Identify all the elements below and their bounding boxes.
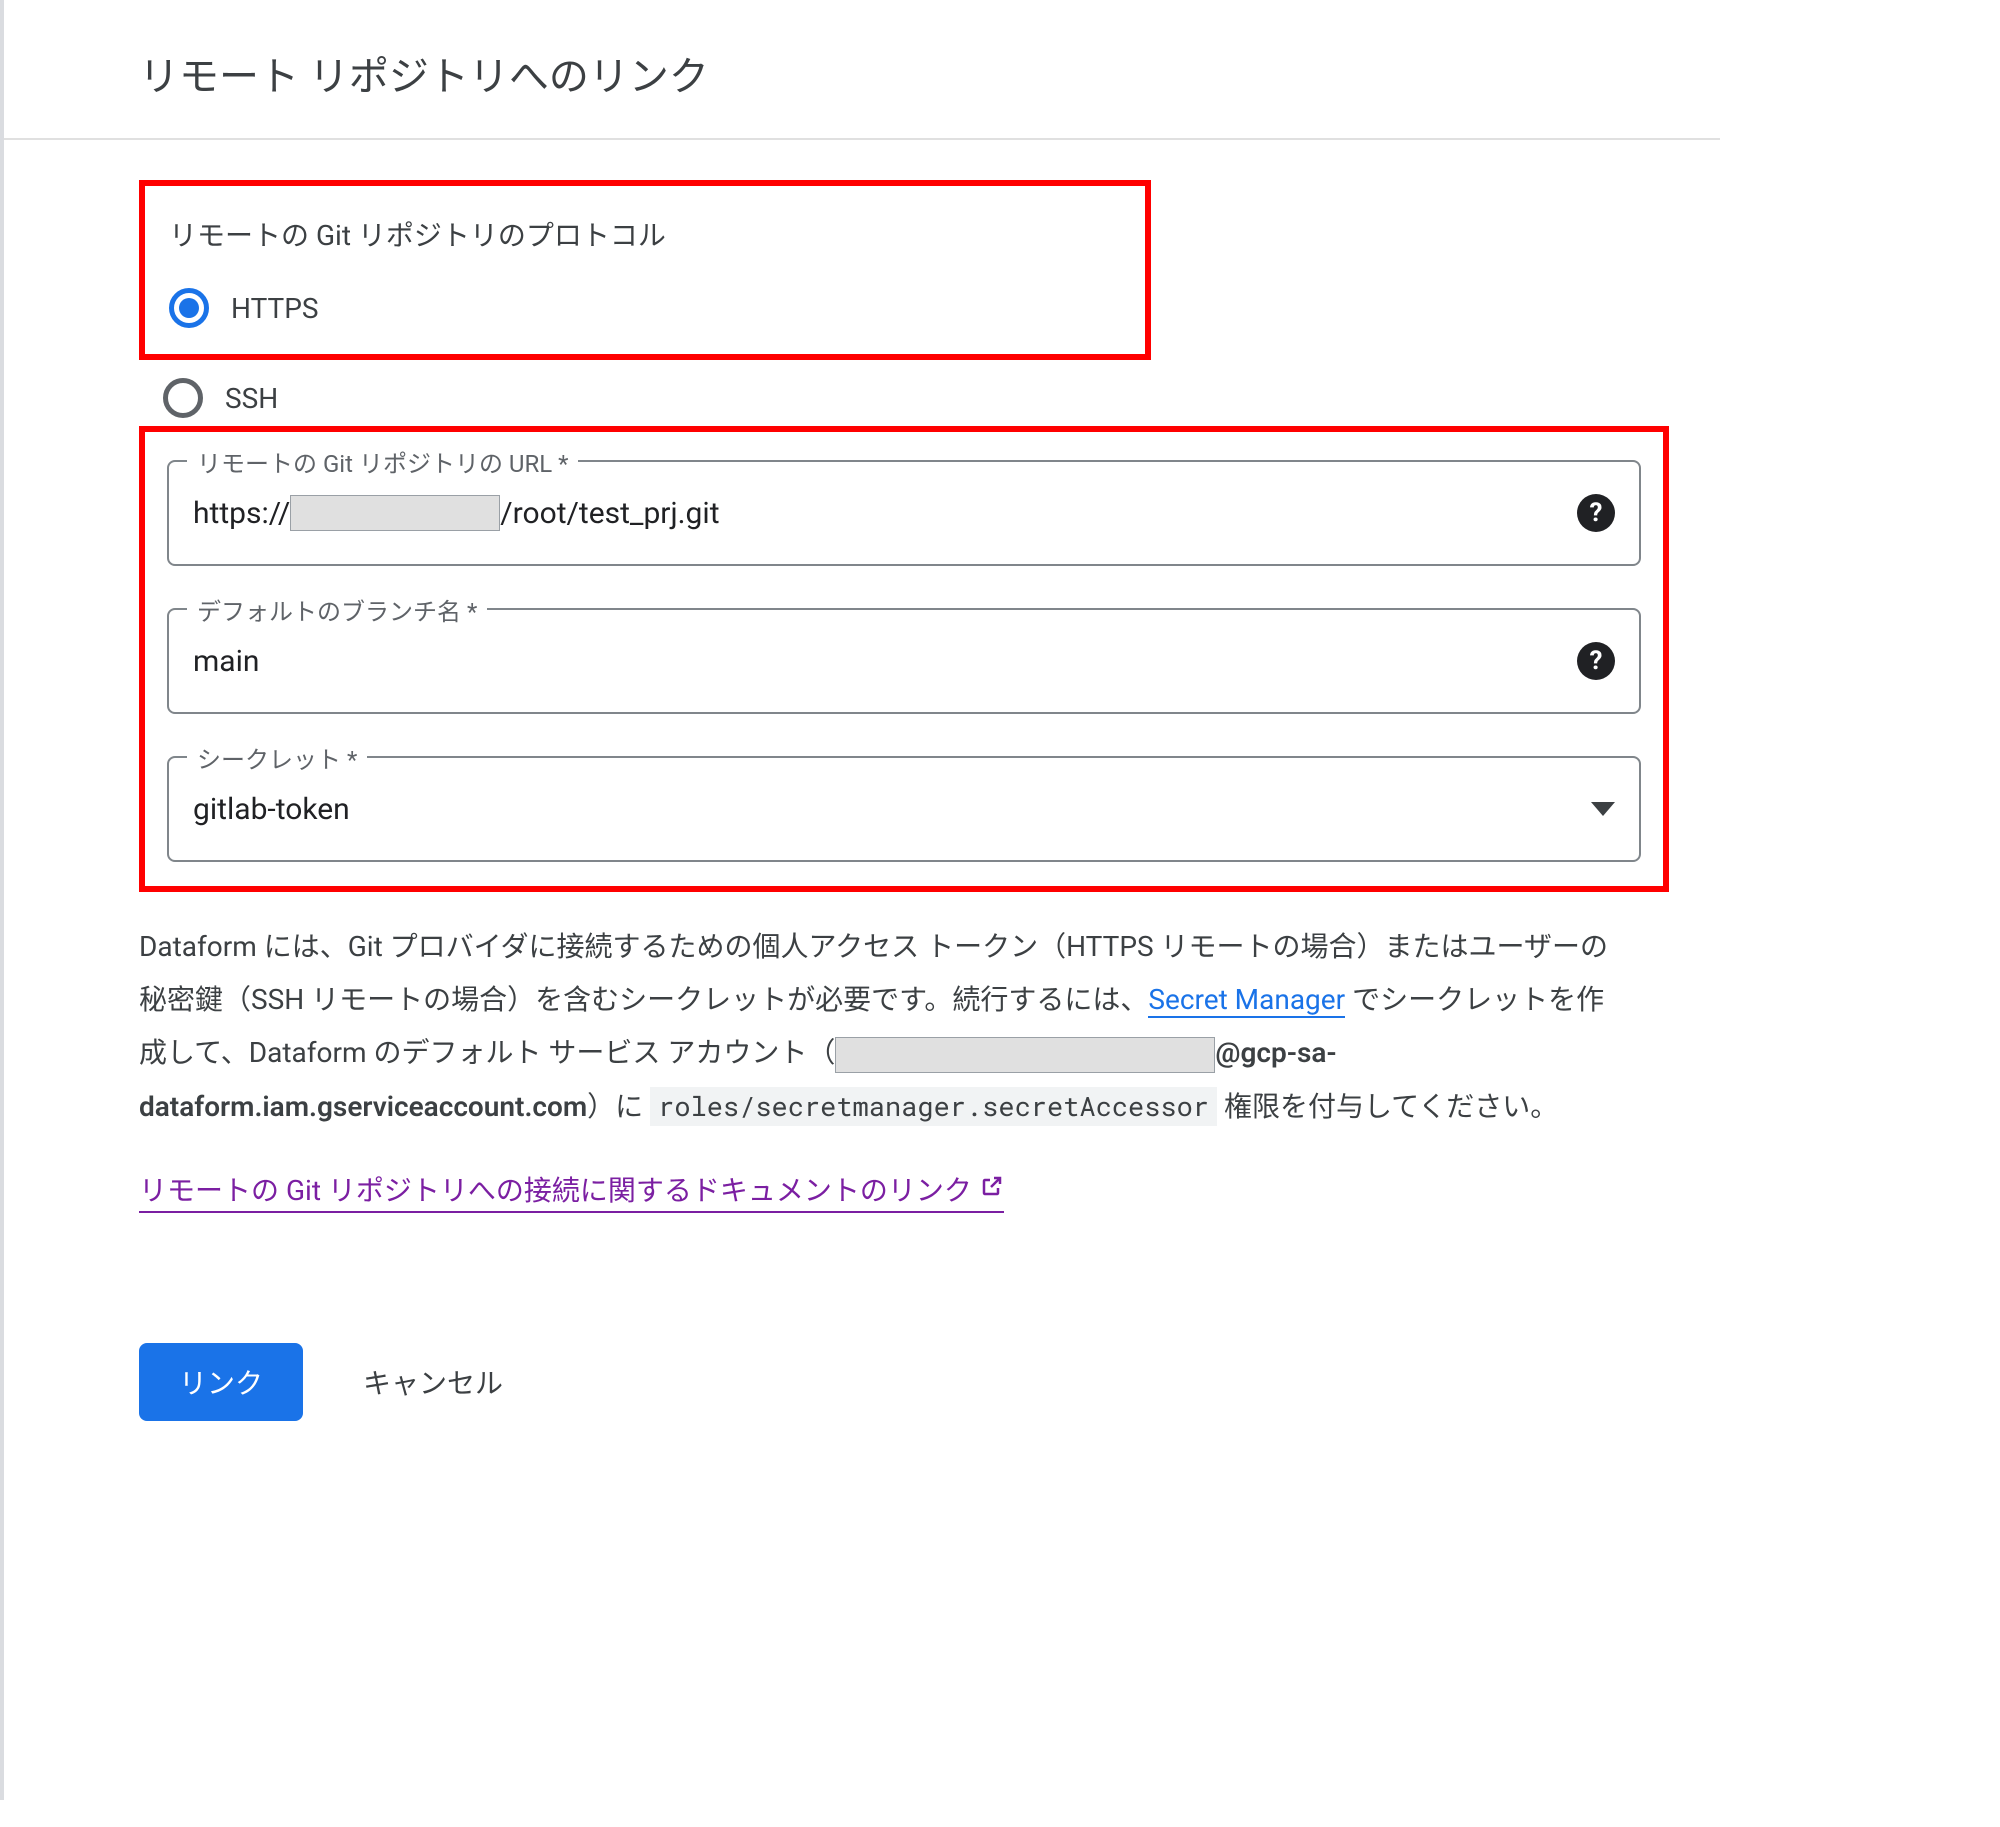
help-icon[interactable]: ? bbox=[1577, 642, 1615, 680]
branch-field[interactable]: デフォルトのブランチ名 * main ? bbox=[167, 608, 1641, 714]
dialog-inner: リモート リポジトリへのリンク リモートの Git リポジトリのプロトコル HT… bbox=[4, 0, 1720, 1421]
url-field-label: リモートの Git リポジトリの URL * bbox=[187, 444, 578, 479]
cancel-button[interactable]: キャンセル bbox=[363, 1362, 503, 1402]
doc-link-text: リモートの Git リポジトリへの接続に関するドキュメントのリンク bbox=[139, 1169, 972, 1209]
secret-manager-link[interactable]: Secret Manager bbox=[1148, 983, 1345, 1018]
desc-part3: ）に bbox=[587, 1090, 650, 1123]
secret-field-label: シークレット * bbox=[187, 740, 367, 775]
branch-field-value: main bbox=[193, 644, 1577, 679]
role-code: roles/secretmanager.secretAccessor bbox=[650, 1087, 1217, 1126]
protocol-section-highlight: リモートの Git リポジトリのプロトコル HTTPS bbox=[139, 180, 1151, 360]
dialog-title: リモート リポジトリへのリンク bbox=[4, 0, 1720, 140]
description-text: Dataform には、Git プロバイダに接続するための個人アクセス トークン… bbox=[139, 920, 1619, 1133]
chevron-down-icon bbox=[1591, 802, 1615, 816]
url-prefix: https:// bbox=[193, 496, 290, 531]
radio-button-icon bbox=[169, 288, 209, 328]
documentation-link[interactable]: リモートの Git リポジトリへの接続に関するドキュメントのリンク bbox=[139, 1169, 1004, 1213]
secret-field-value: gitlab-token bbox=[193, 792, 1591, 827]
radio-https[interactable]: HTTPS bbox=[169, 282, 1125, 334]
radio-ssh-label: SSH bbox=[225, 382, 278, 415]
radio-button-icon bbox=[163, 378, 203, 418]
service-account-redacted bbox=[835, 1037, 1215, 1073]
desc-part4: 権限を付与してください。 bbox=[1217, 1090, 1558, 1123]
secret-field[interactable]: シークレット * gitlab-token bbox=[167, 756, 1641, 862]
link-button[interactable]: リンク bbox=[139, 1343, 303, 1421]
branch-field-label: デフォルトのブランチ名 * bbox=[187, 592, 487, 627]
help-icon[interactable]: ? bbox=[1577, 494, 1615, 532]
url-field-value: https:// /root/test_prj.git bbox=[193, 495, 1577, 531]
radio-https-label: HTTPS bbox=[231, 292, 319, 325]
dialog-container: リモート リポジトリへのリンク リモートの Git リポジトリのプロトコル HT… bbox=[0, 0, 1720, 1800]
url-redacted bbox=[290, 495, 500, 531]
dialog-content: リモートの Git リポジトリのプロトコル HTTPS SSH リモートの Gi… bbox=[4, 140, 1720, 1421]
radio-inner-dot bbox=[179, 298, 199, 318]
fields-section-highlight: リモートの Git リポジトリの URL * https:// /root/tes… bbox=[139, 426, 1669, 892]
url-field[interactable]: リモートの Git リポジトリの URL * https:///root/tes… bbox=[167, 460, 1641, 566]
protocol-label: リモートの Git リポジトリのプロトコル bbox=[169, 214, 1125, 254]
radio-ssh[interactable]: SSH bbox=[139, 366, 1660, 418]
external-link-icon bbox=[980, 1172, 1004, 1205]
button-row: リンク キャンセル bbox=[139, 1343, 1660, 1421]
url-suffix: /root/test_prj.git bbox=[500, 496, 719, 531]
